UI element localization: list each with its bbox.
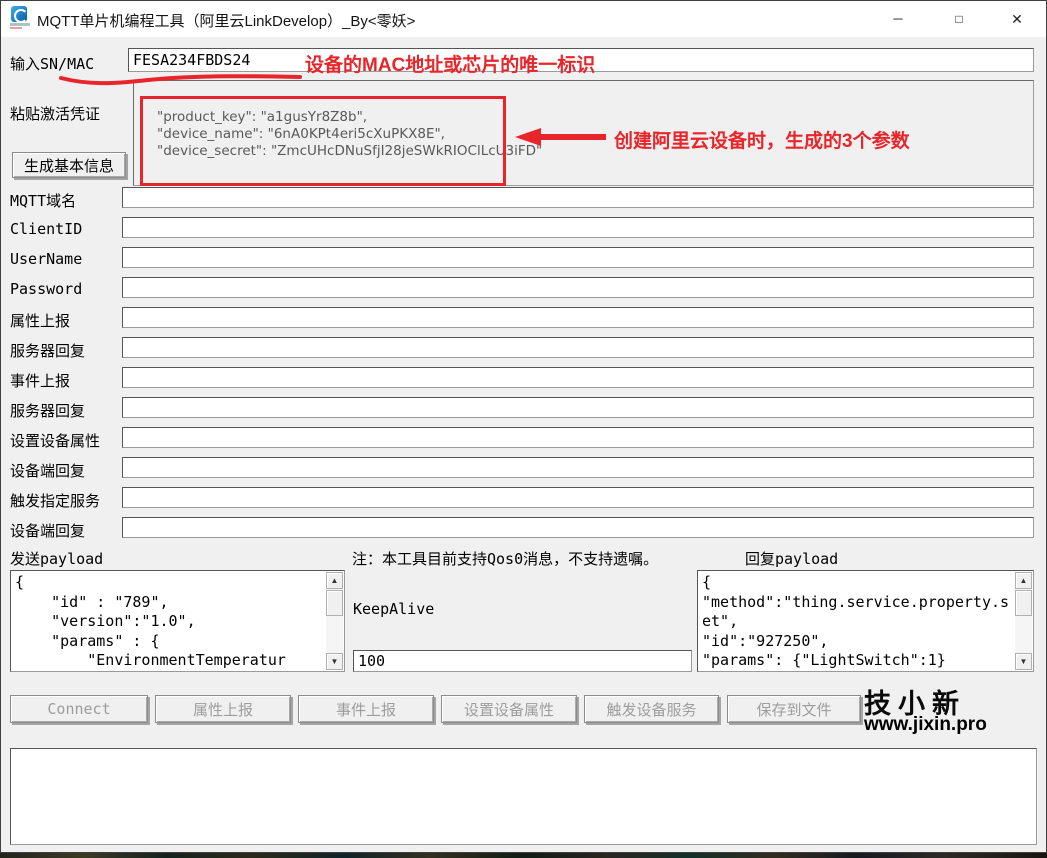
clientid-input[interactable] <box>122 217 1034 238</box>
field-label-server-reply-2: 服务器回复 <box>10 402 86 420</box>
scrollbar-thumb[interactable] <box>326 590 343 616</box>
scroll-up-icon[interactable]: ▲ <box>326 572 343 589</box>
log-textarea[interactable] <box>10 748 1037 845</box>
field-label-set-device-property: 设置设备属性 <box>10 432 101 450</box>
close-button-icon[interactable]: ✕ <box>994 1 1040 37</box>
app-logo-caption <box>10 23 30 26</box>
device-reply-1-input[interactable] <box>122 457 1034 478</box>
scroll-up-icon[interactable]: ▲ <box>1015 572 1032 589</box>
set-device-property-input[interactable] <box>122 427 1034 448</box>
reply-payload-scrollbar[interactable]: ▲ ▼ <box>1015 572 1032 670</box>
generate-basic-info-button[interactable]: 生成基本信息 <box>12 152 126 178</box>
trigger-service-button[interactable]: 触发设备服务 <box>584 695 719 723</box>
field-label-device-reply-1: 设备端回复 <box>10 462 86 480</box>
credential-device-secret: "device_secret": "ZmcUHcDNuSfjI28jeSWkRI… <box>157 143 543 159</box>
scrollbar-thumb[interactable] <box>1015 590 1032 616</box>
qos-note-text: 注：本工具目前支持Qos0消息，不支持遗嘱。 <box>352 550 659 568</box>
reply-payload-label: 回复payload <box>745 550 839 568</box>
connect-button[interactable]: Connect <box>10 695 148 723</box>
send-payload-text: { "id" : "789", "version":"1.0", "params… <box>15 573 286 669</box>
app-icon[interactable] <box>10 6 30 32</box>
send-payload-label: 发送payload <box>10 550 104 568</box>
field-label-device-reply-2: 设备端回复 <box>10 522 86 540</box>
app-logo-caption2 <box>10 27 22 29</box>
field-label-password: Password <box>10 280 83 298</box>
keepalive-input[interactable] <box>353 650 692 672</box>
reply-payload-text: { "method":"thing.service.property.set",… <box>702 573 1010 669</box>
field-label-property-report: 属性上报 <box>10 312 71 330</box>
maximize-button-icon[interactable]: □ <box>936 1 982 37</box>
reply-payload-textarea[interactable]: { "method":"thing.service.property.set",… <box>697 570 1034 672</box>
field-label-mqtt-domain: MQTT域名 <box>10 192 77 210</box>
trigger-service-input[interactable] <box>122 487 1034 508</box>
server-reply-1-input[interactable] <box>122 337 1034 358</box>
sn-annotation-text: 设备的MAC地址或芯片的唯一标识 <box>305 55 596 76</box>
send-payload-textarea[interactable]: { "id" : "789", "version":"1.0", "params… <box>10 570 345 672</box>
app-logo-icon <box>11 6 28 23</box>
server-reply-2-input[interactable] <box>122 397 1034 418</box>
field-label-server-reply-1: 服务器回复 <box>10 342 86 360</box>
property-report-input[interactable] <box>122 307 1034 328</box>
set-property-button[interactable]: 设置设备属性 <box>441 695 577 723</box>
credential-annotation-text: 创建阿里云设备时，生成的3个参数 <box>614 131 910 152</box>
username-input[interactable] <box>122 247 1034 268</box>
field-label-clientid: ClientID <box>10 220 83 238</box>
mqtt-domain-input[interactable] <box>122 187 1034 208</box>
property-report-button[interactable]: 属性上报 <box>155 695 291 723</box>
credential-device-name: "device_name": "6nA0KPt4eri5cXuPKX8E", <box>157 126 445 142</box>
event-report-input[interactable] <box>122 367 1034 388</box>
device-reply-2-input[interactable] <box>122 517 1034 538</box>
scroll-down-icon[interactable]: ▼ <box>326 653 343 670</box>
field-label-username: UserName <box>10 250 83 268</box>
scroll-down-icon[interactable]: ▼ <box>1015 653 1032 670</box>
field-label-trigger-service: 触发指定服务 <box>10 492 101 510</box>
watermark-url: www.jixin.pro <box>864 714 987 735</box>
sn-mac-label: 输入SN/MAC <box>10 55 95 73</box>
title-bar: MQTT单片机编程工具（阿里云LinkDevelop）_By<零妖> ─ □ ✕ <box>1 1 1046 37</box>
app-window: MQTT单片机编程工具（阿里云LinkDevelop）_By<零妖> ─ □ ✕… <box>0 0 1047 853</box>
event-report-button[interactable]: 事件上报 <box>298 695 434 723</box>
window-title: MQTT单片机编程工具（阿里云LinkDevelop）_By<零妖> <box>37 13 416 30</box>
minimize-button-icon[interactable]: ─ <box>875 1 921 37</box>
keepalive-label: KeepAlive <box>353 600 435 618</box>
credential-product-key: "product_key": "a1gusYr8Z8b", <box>157 109 368 125</box>
send-payload-scrollbar[interactable]: ▲ ▼ <box>326 572 343 670</box>
field-label-event-report: 事件上报 <box>10 372 71 390</box>
password-input[interactable] <box>122 277 1034 298</box>
desktop-wallpaper-strip <box>0 853 1047 858</box>
save-to-file-button[interactable]: 保存到文件 <box>727 695 861 723</box>
credential-label: 粘贴激活凭证 <box>10 105 101 123</box>
